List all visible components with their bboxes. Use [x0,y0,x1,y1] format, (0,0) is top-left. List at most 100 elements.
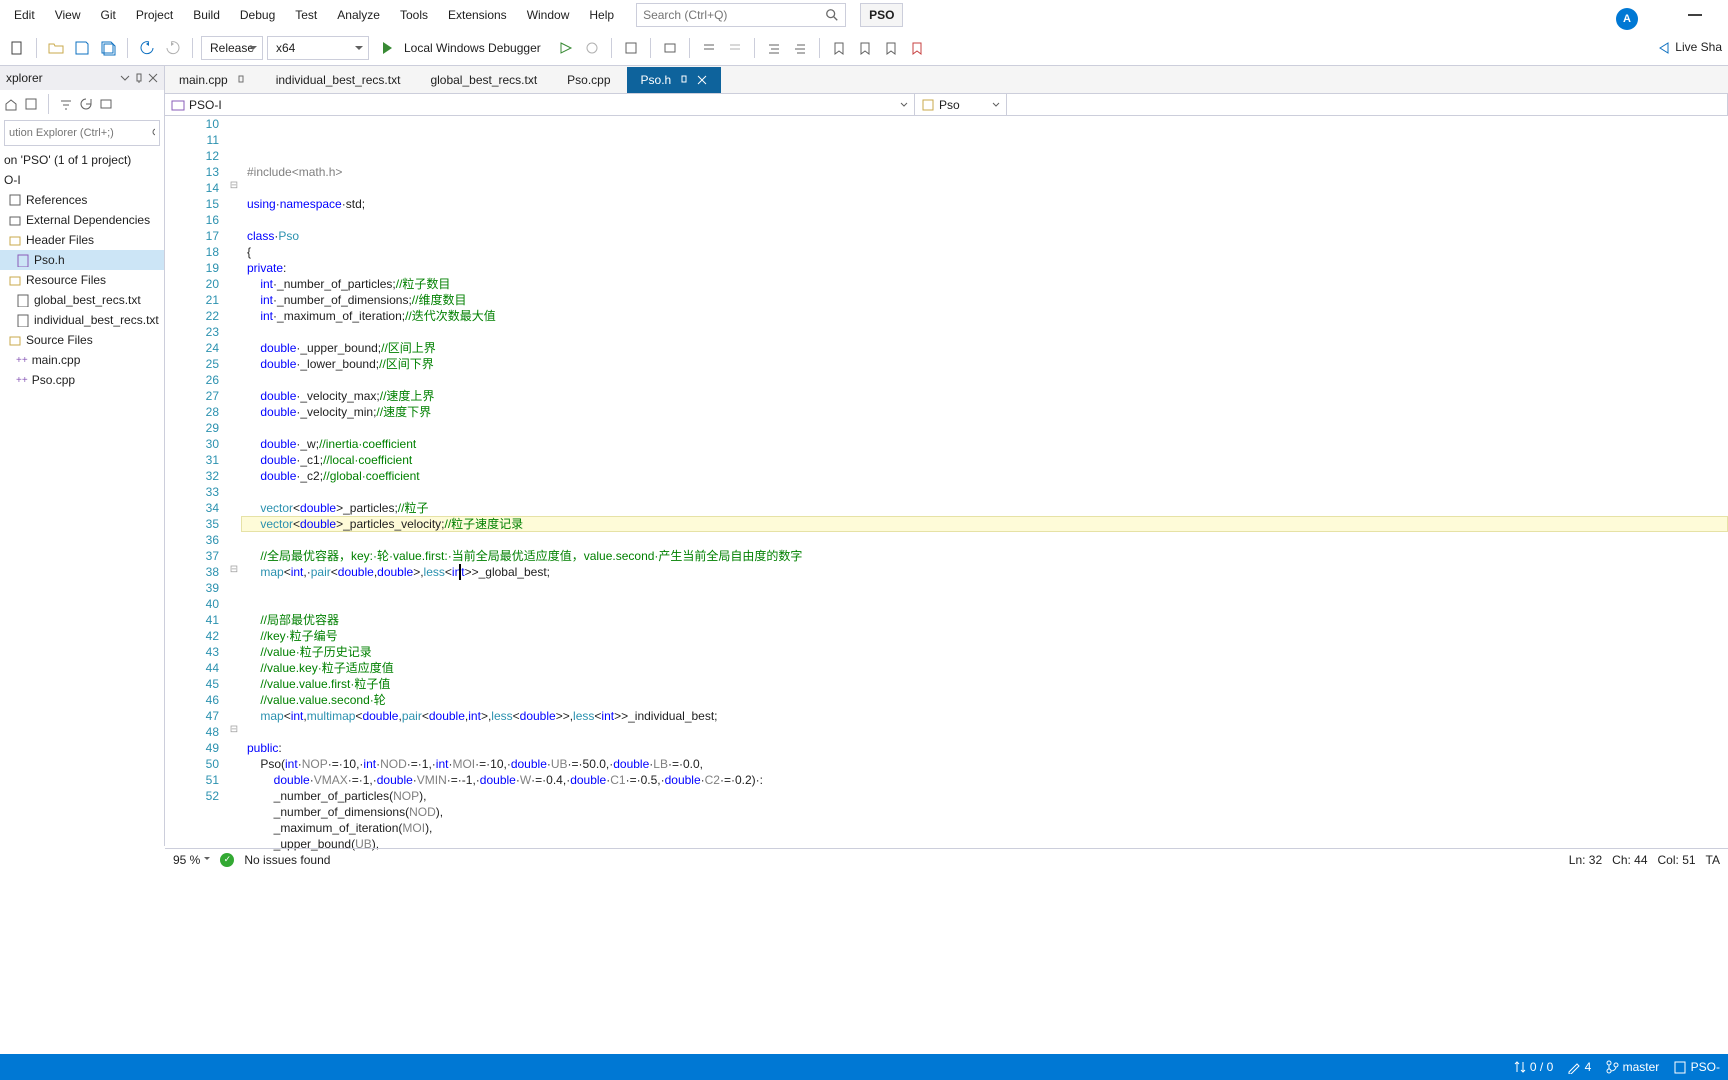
toolbar-icon[interactable] [659,37,681,59]
resource-files-node[interactable]: Resource Files [0,270,164,290]
editor-tab-strip: main.cpp individual_best_recs.txt global… [165,66,1728,94]
start-without-debug-icon[interactable] [555,37,577,59]
window-minimize-icon[interactable] [1688,14,1702,16]
bookmark-next-icon[interactable] [854,37,876,59]
up-down-icon [1513,1060,1527,1074]
file-pso-cpp[interactable]: ++Pso.cpp [0,370,164,390]
tab-global-recs[interactable]: global_best_recs.txt [416,67,551,93]
status-errors[interactable]: 0 / 0 [1513,1060,1554,1075]
cursor-char: Ch: 44 [1612,853,1647,867]
bookmark-prev-icon[interactable] [880,37,902,59]
nav-project-label: PSO-I [189,98,222,112]
close-icon[interactable] [697,75,707,85]
code-content[interactable]: #include<math.h>using·namespace·std;clas… [241,116,1728,852]
file-global-recs[interactable]: global_best_recs.txt [0,290,164,310]
menu-git[interactable]: Git [90,4,125,26]
status-bar: 0 / 0 4 master PSO- [0,1054,1728,1080]
status-project[interactable]: PSO- [1673,1060,1720,1075]
menu-build[interactable]: Build [183,4,230,26]
project-badge[interactable]: PSO [860,3,903,27]
fire-icon[interactable] [581,37,603,59]
save-icon[interactable] [71,37,93,59]
menu-project[interactable]: Project [126,4,183,26]
status-changes[interactable]: 4 [1567,1060,1591,1075]
collapse-icon[interactable] [59,97,73,111]
refresh-icon[interactable] [79,97,93,111]
tab-pso-h[interactable]: Pso.h [627,67,722,93]
code-editor[interactable]: 1011121314151617181920212223242526272829… [165,116,1728,852]
toolbar-icon[interactable] [24,97,38,111]
menu-extensions[interactable]: Extensions [438,4,517,26]
menu-debug[interactable]: Debug [230,4,285,26]
platform-dropdown[interactable]: x64 [267,36,369,60]
source-files-node[interactable]: Source Files [0,330,164,350]
menu-view[interactable]: View [45,4,91,26]
toolbar-separator [689,38,690,58]
pin-icon[interactable] [134,73,144,83]
save-all-icon[interactable] [97,37,119,59]
redo-icon[interactable] [162,37,184,59]
solution-tree: on 'PSO' (1 of 1 project) O-I References… [0,148,164,392]
tab-pso-cpp[interactable]: Pso.cpp [553,67,624,93]
toolbar-icon[interactable] [698,37,720,59]
menu-help[interactable]: Help [579,4,624,26]
start-debugger-button[interactable]: Local Windows Debugger [373,36,551,60]
solution-root[interactable]: on 'PSO' (1 of 1 project) [0,150,164,170]
nav-member-dropdown[interactable] [1007,94,1728,115]
pin-icon[interactable] [236,75,246,85]
tab-main-cpp[interactable]: main.cpp [165,67,260,93]
chevron-down-icon [900,101,908,109]
open-icon[interactable] [45,37,67,59]
menu-edit[interactable]: Edit [4,4,45,26]
h-file-icon [16,253,30,267]
label: 4 [1585,1060,1592,1074]
undo-icon[interactable] [136,37,158,59]
toolbar-separator [192,38,193,58]
references-node[interactable]: References [0,190,164,210]
panel-search-input[interactable] [9,127,151,139]
user-avatar[interactable]: A [1616,8,1638,30]
search-icon [825,8,839,22]
close-icon[interactable] [148,73,158,83]
label: O-I [4,173,21,187]
nav-project-dropdown[interactable]: PSO-I [165,94,915,115]
step-icon[interactable] [620,37,642,59]
live-share-button[interactable]: Live Sha [1657,40,1722,54]
menu-window[interactable]: Window [517,4,580,26]
project-node[interactable]: O-I [0,170,164,190]
tab-individual-recs[interactable]: individual_best_recs.txt [262,67,415,93]
toolbar-separator [819,38,820,58]
live-share-icon [1657,40,1671,54]
file-main-cpp[interactable]: ++main.cpp [0,350,164,370]
header-files-node[interactable]: Header Files [0,230,164,250]
tab-label: individual_best_recs.txt [276,73,401,87]
external-deps-node[interactable]: External Dependencies [0,210,164,230]
menu-test[interactable]: Test [285,4,327,26]
toolbar-icon[interactable] [99,97,113,111]
outdent-icon[interactable] [789,37,811,59]
new-file-icon[interactable] [6,37,28,59]
search-box[interactable] [636,3,846,27]
bookmark-icon[interactable] [828,37,850,59]
tab-label: main.cpp [179,73,228,87]
bookmark-clear-icon[interactable] [906,37,928,59]
toolbar-icon[interactable] [724,37,746,59]
home-icon[interactable] [4,97,18,111]
menu-tools[interactable]: Tools [390,4,438,26]
file-pso-h[interactable]: Pso.h [0,250,164,270]
zoom-dropdown[interactable]: 95 % [173,853,210,867]
pin-icon[interactable] [679,75,689,85]
panel-search-box[interactable] [4,120,160,146]
menu-analyze[interactable]: Analyze [327,4,390,26]
indent-icon[interactable] [763,37,785,59]
nav-class-dropdown[interactable]: Pso [915,94,1007,115]
txt-file-icon [16,293,30,307]
config-dropdown[interactable]: Release [201,36,263,60]
panel-tab[interactable]: xplorer [0,66,164,90]
file-individual-recs[interactable]: individual_best_recs.txt [0,310,164,330]
status-branch[interactable]: master [1605,1060,1659,1075]
cpp-file-icon: ++ [16,355,28,366]
dropdown-icon[interactable] [120,73,130,83]
search-input[interactable] [643,8,825,22]
config-label: Release [210,41,254,55]
